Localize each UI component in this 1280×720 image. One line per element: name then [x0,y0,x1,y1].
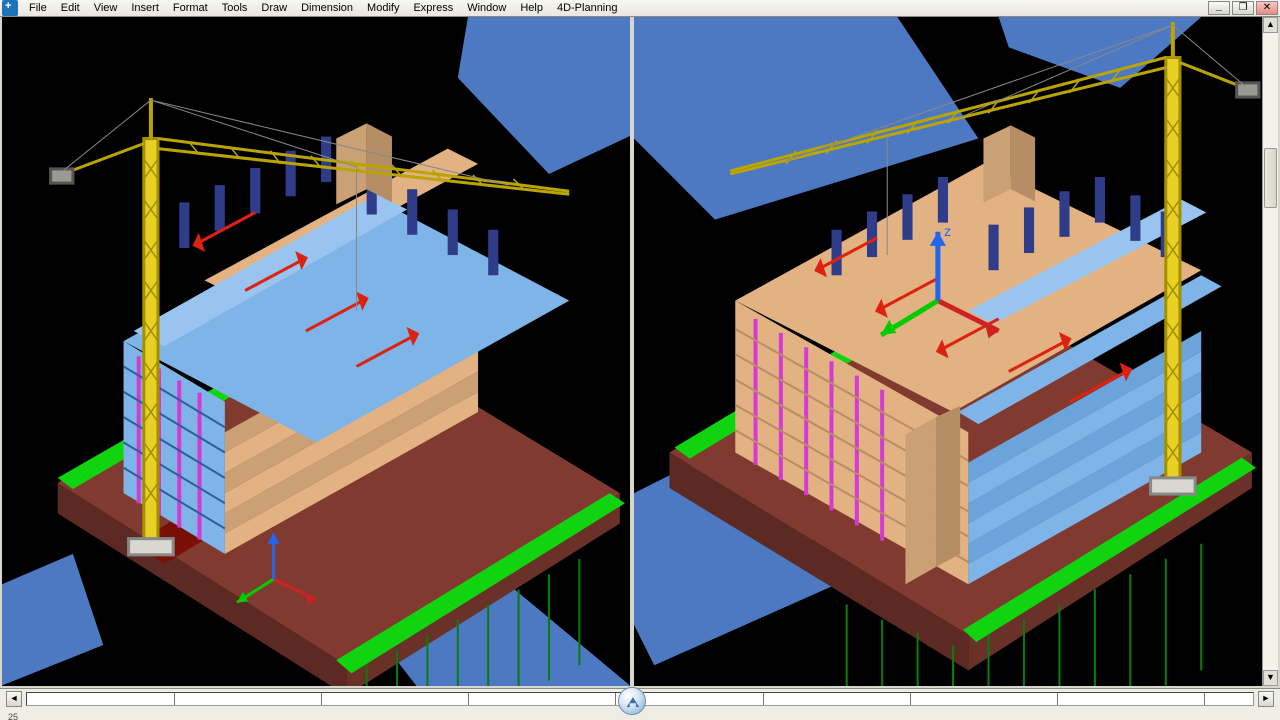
timeline-step-fwd[interactable]: ► [1258,691,1274,707]
menu-edit[interactable]: Edit [54,0,87,16]
viewport-left[interactable] [2,17,630,686]
menu-dimension[interactable]: Dimension [294,0,360,16]
menu-help[interactable]: Help [513,0,550,16]
menu-file[interactable]: File [22,0,54,16]
svg-text:z: z [944,224,951,240]
scroll-track[interactable] [1263,33,1278,670]
menubar: File Edit View Insert Format Tools Draw … [0,0,1280,17]
frame-readout: 25 [6,712,36,720]
viewport-right[interactable]: z [634,17,1262,686]
timeline-track[interactable] [26,692,1254,706]
scroll-down-button[interactable]: ▼ [1263,670,1278,686]
scene-left [2,17,630,686]
app-root: File Edit View Insert Format Tools Draw … [0,0,1280,720]
menu-view[interactable]: View [87,0,125,16]
menu-express[interactable]: Express [406,0,460,16]
menu-modify[interactable]: Modify [360,0,406,16]
menu-4d-planning[interactable]: 4D-Planning [550,0,625,16]
work-area: z ▲ ▼ [0,17,1280,688]
timeline-row: ◄ ► [0,689,1280,710]
menu-tools[interactable]: Tools [215,0,255,16]
restore-button[interactable]: ❐ [1232,1,1254,15]
timeline-step-back[interactable]: ◄ [6,691,22,707]
menu-draw[interactable]: Draw [254,0,294,16]
bottom-bar: ◄ ► 25 [0,688,1280,720]
app-icon [2,0,18,16]
minimize-button[interactable]: _ [1208,1,1230,15]
menu-window[interactable]: Window [460,0,513,16]
timeline-knob[interactable] [618,687,646,715]
scroll-thumb[interactable] [1264,148,1277,208]
menu-format[interactable]: Format [166,0,215,16]
menu-insert[interactable]: Insert [124,0,166,16]
close-button[interactable]: ✕ [1256,1,1278,15]
vertical-scrollbar[interactable]: ▲ ▼ [1262,17,1278,686]
scene-right: z [634,17,1262,686]
scroll-up-button[interactable]: ▲ [1263,17,1278,33]
